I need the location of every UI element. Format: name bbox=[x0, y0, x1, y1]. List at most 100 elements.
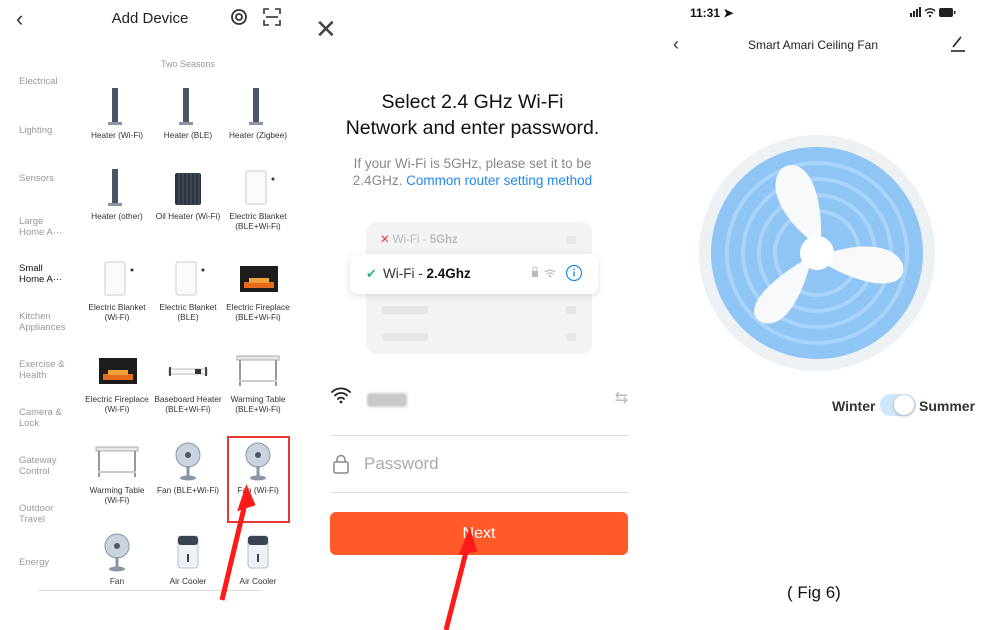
device-tile[interactable]: Heater (BLE) bbox=[153, 86, 223, 140]
device-label: Warming Table (BLE+Wi-Fi) bbox=[230, 394, 286, 414]
device-label: Heater (other) bbox=[91, 211, 143, 221]
selection-highlight-box bbox=[227, 436, 290, 523]
device-tile[interactable]: Electric Blanket (BLE+Wi-Fi) bbox=[223, 167, 293, 231]
sidebar-item-outdoor[interactable]: Outdoor Travel bbox=[19, 503, 59, 525]
device-tile[interactable]: Electric Blanket (Wi-Fi) bbox=[82, 258, 152, 322]
device-tile[interactable]: Air Cooler bbox=[153, 532, 223, 586]
electric-blanket-icon bbox=[223, 167, 293, 209]
wifi-5ghz-band: 5Ghz bbox=[429, 234, 458, 246]
season-toggle[interactable] bbox=[880, 394, 916, 416]
fireplace-icon bbox=[82, 350, 152, 392]
device-label: Air Cooler bbox=[169, 576, 207, 586]
wifi-icon bbox=[331, 387, 351, 404]
placeholder-bar bbox=[566, 236, 576, 244]
toggle-knob bbox=[894, 395, 914, 415]
device-tile[interactable]: Heater (Wi-Fi) bbox=[82, 86, 152, 140]
wifi-setup-screen: ✕ Select 2.4 GHz Wi-Fi Network and enter… bbox=[300, 0, 645, 630]
page-title: Smart Amari Ceiling Fan bbox=[747, 38, 879, 52]
sidebar-item-large-home[interactable]: Large Home A··· bbox=[19, 216, 71, 238]
season-toggle-row: Winter Summer bbox=[832, 394, 981, 418]
close-icon[interactable]: ✕ bbox=[315, 14, 337, 45]
device-tile[interactable]: Baseboard Heater (BLE+Wi-Fi) bbox=[153, 350, 223, 414]
heading-line: Select 2.4 GHz Wi-Fi bbox=[381, 91, 564, 113]
placeholder-bar bbox=[566, 306, 576, 314]
qr-scan-icon[interactable] bbox=[263, 8, 281, 26]
edit-icon[interactable] bbox=[950, 34, 966, 52]
router-setting-link[interactable]: Common router setting method bbox=[406, 173, 592, 188]
page-title: Add Device bbox=[111, 10, 189, 27]
air-cooler-icon bbox=[223, 532, 293, 574]
heater-icon bbox=[82, 86, 152, 128]
device-label: Heater (BLE) bbox=[163, 130, 213, 140]
device-label: Fan bbox=[109, 576, 125, 586]
wifi-24ghz-band: 2.4Ghz bbox=[426, 266, 471, 281]
fan-icon bbox=[82, 532, 152, 574]
switch-network-icon[interactable]: ⇆ bbox=[615, 388, 628, 408]
wifi-24ghz-card: ✔ Wi-Fi - 2.4Ghz bbox=[350, 254, 598, 294]
device-label: Electric Fireplace (Wi-Fi) bbox=[85, 394, 149, 414]
header: ‹ Add Device bbox=[0, 0, 300, 36]
device-tile[interactable]: Warming Table (BLE+Wi-Fi) bbox=[223, 350, 293, 414]
sidebar-item-lighting[interactable]: Lighting bbox=[19, 125, 81, 136]
sidebar-item-energy[interactable]: Energy bbox=[19, 557, 81, 568]
page-title: Select 2.4 GHz Wi-Fi Network and enter p… bbox=[300, 89, 645, 141]
device-label: Fan (BLE+Wi-Fi) bbox=[156, 485, 219, 495]
status-bar-icons bbox=[910, 7, 956, 18]
location-arrow-icon: ➤ bbox=[723, 6, 734, 20]
heater-icon bbox=[223, 86, 293, 128]
check-icon: ✔ bbox=[366, 266, 377, 281]
heading-line: Network and enter password. bbox=[345, 117, 600, 139]
note-line: If your Wi-Fi is 5GHz, please set it to … bbox=[353, 156, 592, 171]
device-tile[interactable]: Heater (Zigbee) bbox=[223, 86, 293, 140]
device-label: Heater (Zigbee) bbox=[228, 130, 288, 140]
sidebar-item-gateway[interactable]: Gateway Control bbox=[19, 455, 64, 477]
device-tile[interactable]: Warming Table (Wi-Fi) bbox=[82, 441, 152, 505]
wifi-5ghz-prefix: Wi-Fi - bbox=[392, 234, 430, 246]
device-tile[interactable]: Heater (other) bbox=[82, 167, 152, 221]
sidebar-item-sensors[interactable]: Sensors bbox=[19, 173, 81, 184]
add-device-screen: ‹ Add Device Two Seasons Electrical Ligh… bbox=[0, 0, 300, 630]
device-label: Electric Blanket (BLE+Wi-Fi) bbox=[229, 211, 287, 231]
scan-radar-icon[interactable] bbox=[230, 8, 248, 26]
wifi-ssid-field[interactable]: ⇆ bbox=[330, 380, 628, 436]
warming-table-icon bbox=[82, 441, 152, 483]
device-tile[interactable]: Electric Fireplace (BLE+Wi-Fi) bbox=[223, 258, 293, 322]
device-label: Electric Fireplace (BLE+Wi-Fi) bbox=[226, 302, 290, 322]
placeholder-bar bbox=[382, 306, 428, 314]
wifi-5ghz-row: ✕ Wi-Fi - 5Ghz bbox=[380, 232, 458, 246]
ceiling-fan-screen: 11:31 ➤ ‹ Smart Amari Ceiling Fan Winter… bbox=[645, 0, 981, 630]
fan-icon bbox=[153, 441, 223, 483]
device-label: Air Cooler bbox=[239, 576, 277, 586]
warming-table-icon bbox=[223, 350, 293, 392]
baseboard-heater-icon bbox=[153, 350, 223, 392]
figure-caption: ( Fig 6) bbox=[787, 583, 841, 602]
next-button[interactable]: Next bbox=[330, 512, 628, 555]
device-tile[interactable]: Fan (BLE+Wi-Fi) bbox=[153, 441, 223, 495]
heater-icon bbox=[153, 86, 223, 128]
electric-blanket-icon bbox=[82, 258, 152, 300]
ssid-redacted bbox=[367, 393, 407, 407]
device-tile[interactable]: Air Cooler bbox=[223, 532, 293, 586]
sidebar-item-exercise[interactable]: Exercise & Health bbox=[19, 359, 71, 381]
device-label: Electric Blanket (Wi-Fi) bbox=[88, 302, 146, 322]
sidebar-item-kitchen[interactable]: Kitchen Appliances bbox=[19, 311, 74, 333]
device-tile[interactable]: Electric Blanket (BLE) bbox=[153, 258, 223, 322]
placeholder-bar bbox=[382, 333, 428, 341]
device-tile[interactable]: Oil Heater (Wi-Fi) bbox=[153, 167, 223, 221]
device-label: Baseboard Heater (BLE+Wi-Fi) bbox=[154, 394, 222, 414]
device-tile[interactable]: Electric Fireplace (Wi-Fi) bbox=[82, 350, 152, 414]
heater-icon bbox=[82, 167, 152, 209]
device-label: Heater (Wi-Fi) bbox=[90, 130, 144, 140]
sidebar-item-small-home[interactable]: Small Home A··· bbox=[19, 263, 69, 285]
fan-visual[interactable] bbox=[697, 133, 937, 373]
sidebar-item-camera-lock[interactable]: Camera & Lock bbox=[19, 407, 69, 429]
password-field-row bbox=[330, 440, 628, 493]
divider bbox=[38, 590, 262, 591]
section-header: Two Seasons bbox=[160, 59, 216, 69]
device-tile[interactable]: Fan bbox=[82, 532, 152, 586]
password-input[interactable] bbox=[364, 454, 604, 474]
oil-heater-icon bbox=[153, 167, 223, 209]
sidebar-item-electrical[interactable]: Electrical bbox=[19, 76, 81, 87]
placeholder-bar bbox=[566, 333, 576, 341]
wifi-note: If your Wi-Fi is 5GHz, please set it to … bbox=[300, 155, 645, 189]
